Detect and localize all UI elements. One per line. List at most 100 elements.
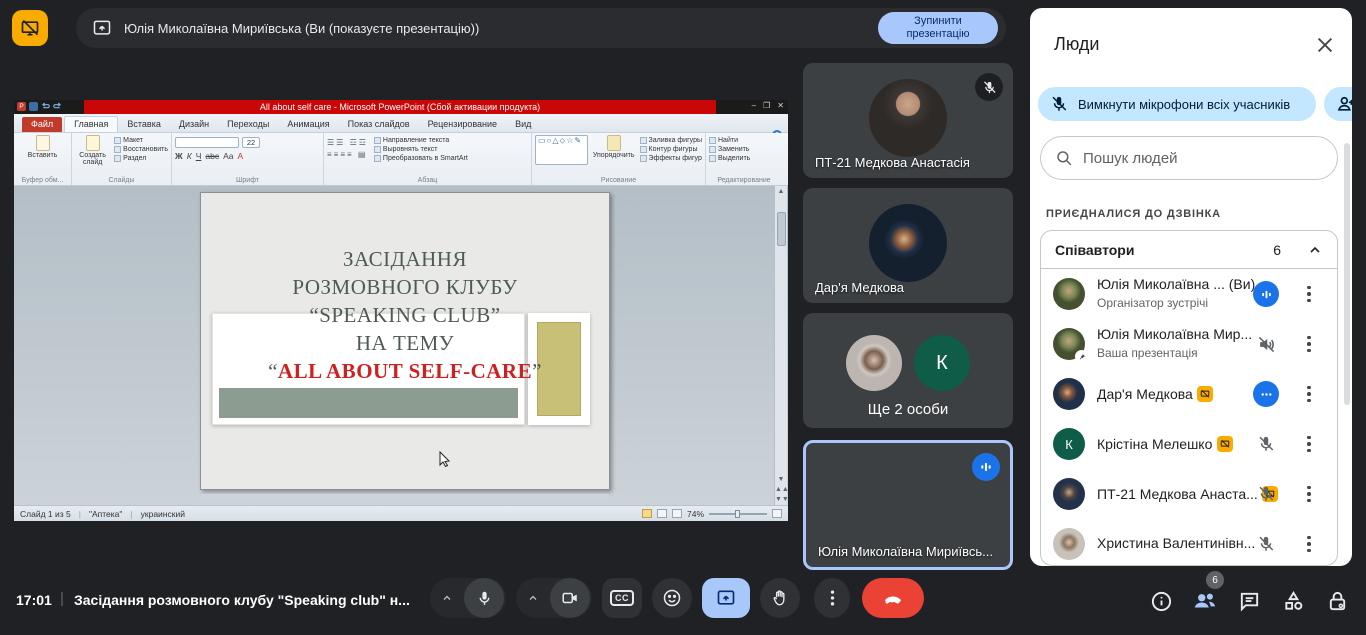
tab-transitions[interactable]: Переходы bbox=[218, 117, 278, 132]
font-size-select[interactable]: 22 bbox=[242, 137, 260, 148]
zoom-slider[interactable] bbox=[709, 513, 767, 515]
save-icon[interactable] bbox=[29, 102, 38, 111]
raise-hand-button[interactable] bbox=[760, 578, 800, 618]
stop-presentation-button[interactable]: Зупинити презентацію bbox=[878, 12, 998, 43]
slide-title-text: ЗАСІДАННЯ РОЗМОВНОГО КЛУБУ “SPEAKING CLU… bbox=[201, 245, 609, 385]
tab-view[interactable]: Вид bbox=[506, 117, 540, 132]
shapes-gallery[interactable]: ▭○△⬦☆✎ bbox=[535, 135, 588, 165]
minimize-icon[interactable]: – bbox=[752, 101, 756, 110]
text-direction-button[interactable]: Направление текста bbox=[374, 137, 468, 144]
new-slide-button[interactable]: Создать слайд bbox=[75, 135, 110, 166]
pin-icon bbox=[1075, 350, 1088, 363]
normal-view-button[interactable] bbox=[642, 509, 652, 518]
shape-fill-button[interactable]: Заливка фигуры bbox=[640, 137, 702, 144]
participant-row[interactable]: Дар'я Медкова bbox=[1041, 369, 1337, 419]
tile-participant-2[interactable]: Дар'я Медкова bbox=[803, 188, 1013, 303]
chat-button[interactable] bbox=[1236, 588, 1262, 614]
participant-menu-button[interactable] bbox=[1299, 531, 1319, 557]
smartart-button[interactable]: Преобразовать в SmartArt bbox=[374, 155, 468, 162]
mic-button[interactable] bbox=[464, 578, 504, 618]
participant-menu-button[interactable] bbox=[1299, 331, 1319, 357]
font-color-button[interactable]: А bbox=[238, 151, 244, 161]
zoom-level[interactable]: 74% bbox=[687, 509, 704, 519]
captions-button[interactable]: CC bbox=[602, 578, 642, 618]
section-button[interactable]: Раздел bbox=[114, 155, 168, 162]
participant-row[interactable]: Юлія Миколаївна ... (Ви) Організатор зус… bbox=[1041, 269, 1337, 319]
italic-button[interactable]: К bbox=[187, 151, 192, 161]
bullets-buttons[interactable]: ☰☰ ☲☲ bbox=[327, 138, 368, 147]
strikethrough-button[interactable]: abc bbox=[205, 151, 219, 161]
tile-self-video[interactable]: Юлія Миколаївна Мириївсь... bbox=[803, 440, 1013, 570]
close-icon[interactable]: ✕ bbox=[777, 101, 784, 110]
shape-outline-button[interactable]: Контур фигуры bbox=[640, 146, 702, 153]
align-text-button[interactable]: Выровнять текст bbox=[374, 146, 468, 153]
add-people-button[interactable] bbox=[1324, 87, 1352, 121]
select-button[interactable]: Выделить bbox=[709, 155, 779, 162]
search-box[interactable] bbox=[1040, 136, 1338, 180]
theme-name: "Аптека" bbox=[89, 509, 122, 519]
layout-button[interactable]: Макет bbox=[114, 137, 168, 144]
activities-button[interactable] bbox=[1280, 588, 1306, 614]
bold-button[interactable]: Ж bbox=[175, 151, 183, 161]
participant-menu-button[interactable] bbox=[1299, 281, 1319, 307]
panel-scrollbar[interactable] bbox=[1344, 143, 1350, 405]
slide-canvas[interactable]: ЗАСІДАННЯ РОЗМОВНОГО КЛУБУ “SPEAKING CLU… bbox=[200, 192, 610, 490]
reading-view-button[interactable] bbox=[672, 509, 682, 518]
participant-row[interactable]: Юлія Миколаївна Мир... Ваша презентація bbox=[1041, 319, 1337, 369]
camera-options-chevron[interactable] bbox=[516, 592, 550, 604]
tab-design[interactable]: Дизайн bbox=[170, 117, 218, 132]
reactions-button[interactable] bbox=[652, 578, 692, 618]
tile-more-people[interactable]: К Ще 2 особи bbox=[803, 313, 1013, 428]
arrange-button[interactable]: Упорядочить bbox=[593, 135, 635, 165]
mute-all-button[interactable]: Вимкнути мікрофони всіх учасників bbox=[1038, 87, 1316, 121]
ppt-window-controls[interactable]: – ❐ ✕ bbox=[752, 101, 784, 110]
participant-menu-button[interactable] bbox=[1299, 381, 1319, 407]
paste-button[interactable]: Вставить bbox=[17, 135, 68, 159]
tab-review[interactable]: Рецензирование bbox=[419, 117, 507, 132]
participant-name: Юлія Миколаївна ... (Ви) bbox=[1097, 276, 1255, 292]
collaborators-header[interactable]: Співавтори 6 bbox=[1041, 231, 1337, 269]
tab-slideshow[interactable]: Показ слайдов bbox=[339, 117, 419, 132]
shape-effects-button[interactable]: Эффекты фигур bbox=[640, 155, 702, 162]
people-panel-button[interactable] bbox=[1192, 588, 1218, 614]
tab-home[interactable]: Главная bbox=[64, 116, 118, 132]
participant-menu-button[interactable] bbox=[1299, 431, 1319, 457]
mic-options-chevron[interactable] bbox=[430, 592, 464, 604]
participant-row[interactable]: Христина Валентинівн... bbox=[1041, 519, 1337, 566]
align-buttons[interactable]: ≡≡≡≡ ▤ bbox=[327, 150, 368, 159]
meeting-details-button[interactable] bbox=[1148, 588, 1174, 614]
fit-window-button[interactable] bbox=[772, 509, 782, 518]
redo-icon[interactable] bbox=[53, 102, 62, 111]
close-panel-button[interactable] bbox=[1314, 34, 1338, 58]
host-controls-button[interactable] bbox=[1324, 588, 1350, 614]
replace-button[interactable]: Заменить bbox=[709, 146, 779, 153]
find-button[interactable]: Найти bbox=[709, 137, 779, 144]
tile-participant-1[interactable]: ПТ-21 Медкова Анастасія bbox=[803, 63, 1013, 178]
speaking-indicator-icon bbox=[972, 453, 1000, 481]
tab-animation[interactable]: Анимация bbox=[278, 117, 338, 132]
mic-off-icon bbox=[1253, 431, 1279, 457]
camera-button[interactable] bbox=[550, 578, 590, 618]
tab-insert[interactable]: Вставка bbox=[118, 117, 169, 132]
sorter-view-button[interactable] bbox=[657, 509, 667, 518]
underline-button[interactable]: Ч bbox=[196, 151, 202, 161]
font-name-select[interactable] bbox=[175, 137, 239, 148]
participant-menu-button[interactable] bbox=[1299, 481, 1319, 507]
participant-row[interactable]: К Крістіна Мелешко bbox=[1041, 419, 1337, 469]
vertical-scrollbar[interactable]: ▲ ▼ ▲▲ ▼▼ bbox=[774, 186, 787, 505]
participant-name: Юлія Миколаївна Мир... bbox=[1097, 326, 1252, 342]
present-button-active[interactable] bbox=[702, 578, 750, 618]
horizontal-scrollbar[interactable] bbox=[200, 494, 610, 501]
end-call-button[interactable] bbox=[862, 578, 924, 618]
more-options-button[interactable] bbox=[814, 578, 850, 618]
tab-file[interactable]: Файл bbox=[22, 117, 62, 132]
chevron-up-icon[interactable] bbox=[1307, 242, 1323, 258]
participant-row[interactable]: ПТ-21 Медкова Анаста... bbox=[1041, 469, 1337, 519]
undo-icon[interactable] bbox=[41, 102, 50, 111]
language[interactable]: украинский bbox=[141, 509, 185, 519]
change-case-button[interactable]: Aa bbox=[223, 151, 233, 161]
ppt-quick-access-toolbar[interactable]: P bbox=[17, 102, 62, 111]
search-input[interactable] bbox=[1083, 150, 1323, 167]
maximize-icon[interactable]: ❐ bbox=[763, 101, 770, 110]
restore-button[interactable]: Восстановить bbox=[114, 146, 168, 153]
